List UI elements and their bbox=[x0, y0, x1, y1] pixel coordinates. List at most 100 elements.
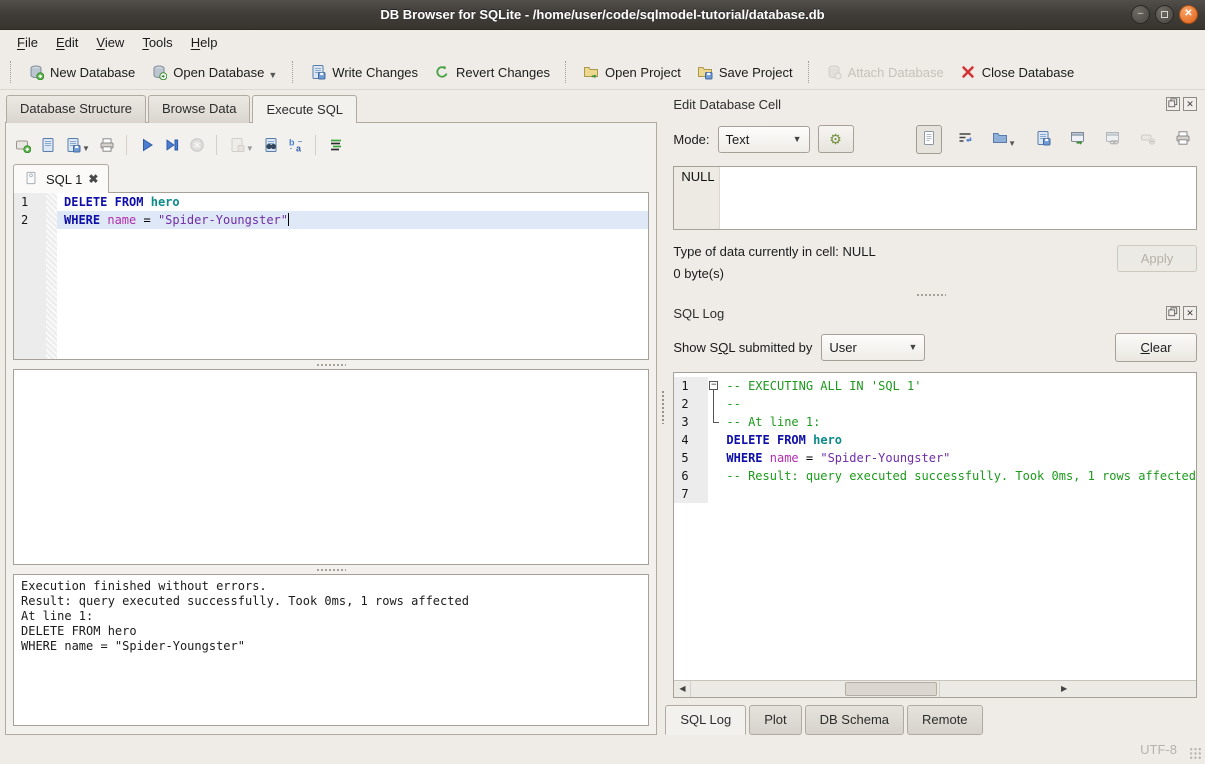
sql-editor-toolbar: ▼ ▼ ba bbox=[13, 130, 649, 160]
sql-log-header: SQL Log ✕ bbox=[673, 302, 1197, 324]
dock-tab-plot[interactable]: Plot bbox=[749, 705, 801, 735]
close-database-button[interactable]: Close Database bbox=[952, 59, 1083, 85]
new-sql-tab-button[interactable] bbox=[15, 137, 31, 153]
resize-grip[interactable] bbox=[1189, 747, 1202, 760]
log-horizontal-scrollbar[interactable]: ◀ ▶ bbox=[674, 680, 1196, 697]
close-sql-tab-icon[interactable]: ✖ bbox=[88, 172, 98, 186]
cell-value-editor[interactable]: NULL bbox=[673, 166, 1197, 230]
code-text bbox=[723, 485, 1196, 503]
cell-type-info: Type of data currently in cell: NULL bbox=[673, 244, 875, 259]
auto-apply-button[interactable]: ⚙ bbox=[818, 125, 854, 153]
mode-combobox[interactable]: Text ▼ bbox=[718, 126, 810, 153]
save-project-button[interactable]: Save Project bbox=[689, 59, 801, 85]
tab-execute-sql[interactable]: Execute SQL bbox=[252, 95, 357, 123]
format-sql-button[interactable] bbox=[328, 137, 344, 153]
open-sql-file-button[interactable] bbox=[40, 137, 56, 153]
save-sql-file-button[interactable]: ▼ bbox=[65, 137, 90, 153]
open-in-external-button[interactable] bbox=[1066, 126, 1090, 153]
export-cell-data-button[interactable] bbox=[1031, 126, 1055, 153]
dropdown-arrow-icon[interactable]: ▼ bbox=[268, 70, 277, 80]
save-results-icon bbox=[229, 137, 245, 153]
print-sql-button[interactable] bbox=[99, 137, 115, 153]
sql-editor[interactable]: 1DELETE FROM hero2WHERE name = "Spider-Y… bbox=[13, 192, 649, 360]
code-text: DELETE FROM hero bbox=[723, 431, 1196, 449]
splitter-handle bbox=[916, 293, 946, 297]
float-dock-icon[interactable] bbox=[1166, 306, 1180, 320]
find-replace-button[interactable]: ba bbox=[288, 137, 304, 153]
close-dock-icon[interactable]: ✕ bbox=[1183, 97, 1197, 111]
format-sql-icon bbox=[328, 137, 344, 153]
dock-tab-remote[interactable]: Remote bbox=[907, 705, 983, 735]
scroll-right-icon[interactable]: ▶ bbox=[939, 681, 1196, 697]
results-message-splitter[interactable] bbox=[13, 565, 649, 574]
scroll-left-icon[interactable]: ◀ bbox=[674, 681, 691, 697]
panel-splitter[interactable] bbox=[659, 90, 666, 735]
menu-file[interactable]: File bbox=[8, 32, 47, 53]
float-dock-icon[interactable] bbox=[1166, 97, 1180, 111]
log-filter-value: User bbox=[829, 340, 856, 355]
fold-margin bbox=[708, 431, 723, 449]
text-cursor bbox=[288, 213, 289, 226]
code-text: -- bbox=[723, 395, 1196, 413]
new-database-button[interactable]: New Database bbox=[20, 59, 143, 85]
set-null-icon bbox=[1140, 130, 1156, 146]
copy-link-icon bbox=[1105, 130, 1121, 146]
close-button[interactable]: ✕ bbox=[1179, 5, 1198, 24]
menu-help[interactable]: Help bbox=[182, 32, 227, 53]
sql-log-content[interactable]: 1−-- EXECUTING ALL IN 'SQL 1'2--3-- At l… bbox=[674, 373, 1196, 680]
dropdown-arrow-icon[interactable]: ▼ bbox=[246, 144, 254, 153]
stop-execution-icon bbox=[189, 137, 205, 153]
scrollbar-track[interactable] bbox=[691, 681, 939, 697]
find-button[interactable] bbox=[263, 137, 279, 153]
menu-edit[interactable]: Edit bbox=[47, 32, 87, 53]
write-changes-icon bbox=[310, 64, 326, 80]
log-line-4: 4 DELETE FROM hero bbox=[674, 431, 1196, 449]
editor-empty-area[interactable] bbox=[14, 229, 648, 359]
dock-tab-db-schema[interactable]: DB Schema bbox=[805, 705, 904, 735]
sql-tab-bar: SQL 1 ✖ bbox=[13, 164, 649, 193]
database-open-icon bbox=[151, 64, 167, 80]
minimize-button[interactable]: – bbox=[1131, 5, 1150, 24]
mode-value: Text bbox=[726, 132, 750, 147]
results-grid[interactable] bbox=[13, 369, 649, 565]
cell-value-area[interactable] bbox=[720, 167, 1196, 229]
tab-browse-data[interactable]: Browse Data bbox=[148, 95, 250, 123]
cell-log-splitter[interactable] bbox=[665, 290, 1197, 299]
dock-tab-sql-log[interactable]: SQL Log bbox=[665, 705, 746, 735]
attach-database-icon bbox=[826, 64, 842, 80]
clear-log-button[interactable]: Clear bbox=[1115, 333, 1197, 362]
fold-margin bbox=[708, 467, 723, 485]
window-title: DB Browser for SQLite - /home/user/code/… bbox=[0, 7, 1205, 22]
word-wrap-button[interactable] bbox=[953, 126, 977, 153]
toolbar-separator bbox=[808, 61, 811, 83]
fold-marker-start[interactable]: − bbox=[708, 377, 723, 395]
scrollbar-thumb[interactable] bbox=[845, 682, 937, 696]
tab-database-structure[interactable]: Database Structure bbox=[6, 95, 146, 123]
close-dock-icon[interactable]: ✕ bbox=[1183, 306, 1197, 320]
sql-tab[interactable]: SQL 1 ✖ bbox=[13, 164, 109, 193]
write-changes-button[interactable]: Write Changes bbox=[302, 59, 426, 85]
editor-line-2[interactable]: 2WHERE name = "Spider-Youngster" bbox=[14, 211, 648, 229]
text-mode-button[interactable] bbox=[916, 125, 942, 154]
execute-all-button[interactable] bbox=[139, 137, 155, 153]
menu-tools[interactable]: Tools bbox=[133, 32, 181, 53]
dropdown-arrow-icon[interactable]: ▼ bbox=[1008, 139, 1016, 148]
line-number: 4 bbox=[674, 431, 708, 449]
execute-current-line-button[interactable] bbox=[164, 137, 180, 153]
revert-changes-button[interactable]: Revert Changes bbox=[426, 59, 558, 85]
open-project-button[interactable]: Open Project bbox=[575, 59, 689, 85]
log-filter-combobox[interactable]: User ▼ bbox=[821, 334, 925, 361]
import-cell-data-button[interactable]: ▼ bbox=[988, 126, 1020, 153]
open-database-button[interactable]: Open Database▼ bbox=[143, 59, 285, 85]
splitter-handle bbox=[316, 568, 346, 572]
maximize-button[interactable] bbox=[1155, 5, 1174, 24]
editor-line-1[interactable]: 1DELETE FROM hero bbox=[14, 193, 648, 211]
editor-blank bbox=[57, 229, 648, 359]
code-text: WHERE name = "Spider-Youngster" bbox=[723, 449, 1196, 467]
fold-margin bbox=[708, 449, 723, 467]
dropdown-arrow-icon[interactable]: ▼ bbox=[82, 144, 90, 153]
fold-margin bbox=[46, 193, 57, 211]
menu-view[interactable]: View bbox=[87, 32, 133, 53]
editor-results-splitter[interactable] bbox=[13, 360, 649, 369]
print-cell-button[interactable] bbox=[1171, 126, 1195, 153]
